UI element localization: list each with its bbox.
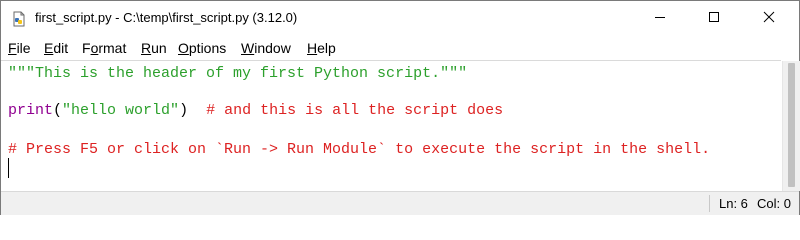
close-icon	[763, 10, 775, 28]
scrollbar-thumb[interactable]	[788, 63, 795, 187]
title-bar[interactable]: first_script.py - C:\temp\first_script.p…	[1, 1, 799, 37]
status-line: Ln: 6	[719, 196, 748, 211]
menu-run[interactable]: Run	[141, 40, 167, 56]
builtin-print: print	[8, 102, 54, 119]
menu-edit[interactable]: Edit	[44, 40, 68, 56]
close-button[interactable]	[746, 1, 792, 37]
menu-options[interactable]: Options	[178, 40, 226, 56]
string-literal: "hello world"	[62, 102, 180, 119]
menu-window[interactable]: Window	[241, 40, 291, 56]
code-editor[interactable]: """This is the header of my first Python…	[1, 60, 781, 192]
python-file-icon	[11, 11, 27, 27]
window-title: first_script.py - C:\temp\first_script.p…	[35, 10, 298, 25]
minimize-icon	[654, 10, 666, 28]
menu-help[interactable]: Help	[307, 40, 336, 56]
code-line-3: print("hello world") # and this is all t…	[8, 102, 504, 119]
menu-format[interactable]: Format	[82, 40, 126, 56]
idle-editor-window: first_script.py - C:\temp\first_script.p…	[0, 0, 800, 215]
status-column: Col: 0	[757, 196, 791, 211]
code-line-5: # Press F5 or click on `Run -> Run Modul…	[8, 141, 711, 158]
vertical-scrollbar[interactable]	[782, 61, 800, 191]
menu-file[interactable]: File	[8, 40, 31, 56]
status-bar: Ln: 6 Col: 0	[1, 191, 799, 215]
menu-bar: File Edit Format Run Options Window Help	[1, 37, 799, 59]
maximize-icon	[708, 10, 720, 28]
maximize-button[interactable]	[691, 1, 737, 37]
status-separator	[709, 195, 710, 212]
minimize-button[interactable]	[637, 1, 683, 37]
text-cursor	[8, 158, 9, 178]
code-line-1: """This is the header of my first Python…	[8, 65, 468, 82]
inline-comment: # and this is all the script does	[188, 102, 504, 119]
